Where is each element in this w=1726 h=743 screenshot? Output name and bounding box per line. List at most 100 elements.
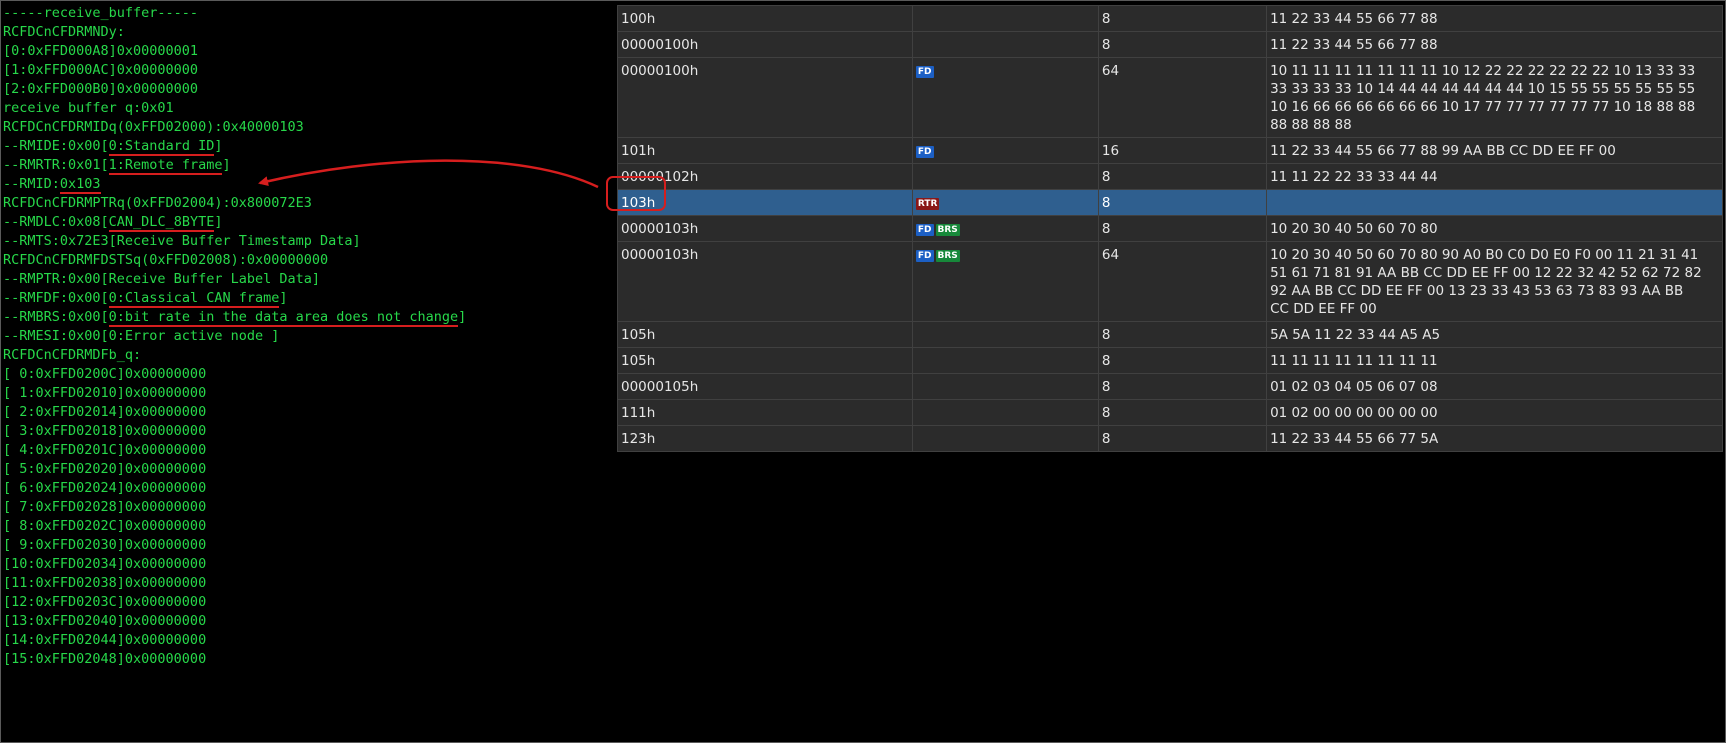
terminal-text: [11:0xFFD02038]0x00000000 (3, 575, 207, 591)
terminal-text: --RMTS:0x72E3[Receive Buffer Timestamp D… (3, 233, 361, 249)
terminal-text: [2:0xFFD000B0]0x00000000 (3, 81, 199, 97)
terminal-text: [0:0xFFD000A8]0x00000001 (3, 43, 199, 59)
cell-id: 101h (617, 137, 913, 164)
underlined-value: 0:Classical CAN frame (108, 290, 280, 308)
terminal-text: ] (279, 290, 288, 306)
terminal-text: [ 2:0xFFD02014]0x00000000 (3, 404, 207, 420)
underlined-value: CAN_DLC_8BYTE (108, 214, 215, 232)
cell-data: 5A 5A 11 22 33 44 A5 A5 (1266, 321, 1723, 348)
terminal-text: [10:0xFFD02034]0x00000000 (3, 556, 207, 572)
table-row[interactable]: 00000105h 8 01 02 03 04 05 06 07 08 (617, 373, 1723, 400)
cell-dlc: 8 (1097, 31, 1268, 58)
underlined-value: 0:Standard ID (108, 138, 215, 156)
terminal-text: ] (222, 157, 231, 173)
cell-dlc: 8 (1097, 347, 1268, 374)
cell-dlc: 8 (1097, 321, 1268, 348)
cell-dlc: 8 (1097, 215, 1268, 242)
cell-data (1266, 189, 1723, 216)
cell-flags (911, 425, 1099, 452)
cell-data: 10 11 11 11 11 11 11 11 10 12 22 22 22 2… (1266, 57, 1723, 138)
cell-dlc: 8 (1097, 373, 1268, 400)
terminal-line: --RMID:0x103 (3, 175, 603, 194)
cell-id: 00000100h (617, 57, 913, 138)
terminal-text: RCFDCnCFDRMFDSTSq(0xFFD02008):0x00000000 (3, 252, 329, 268)
terminal-text: [1:0xFFD000AC]0x00000000 (3, 62, 199, 78)
terminal-text: [ 7:0xFFD02028]0x00000000 (3, 499, 207, 515)
terminal-text: receive buffer q:0x01 (3, 100, 174, 116)
table-row[interactable]: 103h RTR 8 (617, 189, 1723, 216)
table-row[interactable]: 00000103h FD BRS 64 10 20 30 40 50 60 70 80 … (617, 241, 1723, 322)
cell-data: 11 22 33 44 55 66 77 5A (1266, 425, 1723, 452)
terminal-line: [1:0xFFD000AC]0x00000000 (3, 61, 603, 80)
terminal-text: ] (458, 309, 467, 325)
cell-id: 111h (617, 399, 913, 426)
cell-flags (911, 373, 1099, 400)
can-message-table: 100h 8 11 22 33 44 55 66 77 88 00000100h 8 11… (617, 5, 1723, 452)
cell-id: 00000100h (617, 31, 913, 58)
terminal-line: [14:0xFFD02044]0x00000000 (3, 631, 603, 650)
cell-data: 01 02 03 04 05 06 07 08 (1266, 373, 1723, 400)
terminal-line: [ 9:0xFFD02030]0x00000000 (3, 536, 603, 555)
terminal-line: [ 1:0xFFD02010]0x00000000 (3, 384, 603, 403)
table-row[interactable]: 105h 8 5A 5A 11 22 33 44 A5 A5 (617, 321, 1723, 348)
table-row[interactable]: 123h 8 11 22 33 44 55 66 77 5A (617, 425, 1723, 452)
terminal-text: --RMFDF:0x00[ (3, 290, 109, 306)
cell-data: 11 22 33 44 55 66 77 88 (1266, 5, 1723, 32)
terminal-line: --RMBRS:0x00[0:bit rate in the data area… (3, 308, 603, 327)
terminal-line: [ 8:0xFFD0202C]0x00000000 (3, 517, 603, 536)
highlight-box-103h (606, 176, 666, 211)
terminal-line: [ 2:0xFFD02014]0x00000000 (3, 403, 603, 422)
terminal-line: [0:0xFFD000A8]0x00000001 (3, 42, 603, 61)
terminal-line: --RMESI:0x00[0:Error active node ] (3, 327, 603, 346)
terminal-line: [ 0:0xFFD0200C]0x00000000 (3, 365, 603, 384)
cell-flags: RTR (911, 189, 1099, 216)
terminal-line: [ 6:0xFFD02024]0x00000000 (3, 479, 603, 498)
table-row[interactable]: 00000103h FD BRS 8 10 20 30 40 50 60 70 80 (617, 215, 1723, 242)
terminal-line: --RMPTR:0x00[Receive Buffer Label Data] (3, 270, 603, 289)
cell-data: 11 11 11 11 11 11 11 11 (1266, 347, 1723, 374)
fd-badge: FD (915, 224, 934, 236)
table-row[interactable]: 00000100h FD 64 10 11 11 11 11 11 11 11 10 … (617, 57, 1723, 138)
underlined-value: 1:Remote frame (108, 157, 223, 175)
cell-id: 00000103h (617, 215, 913, 242)
terminal-line: [ 5:0xFFD02020]0x00000000 (3, 460, 603, 479)
terminal-line: [12:0xFFD0203C]0x00000000 (3, 593, 603, 612)
cell-flags (911, 5, 1099, 32)
terminal-line: RCFDCnCFDRMPTRq(0xFFD02004):0x800072E3 (3, 194, 603, 213)
cell-data: 01 02 00 00 00 00 00 00 (1266, 399, 1723, 426)
table-row[interactable]: 101h FD 16 11 22 33 44 55 66 77 88 99 AA BB… (617, 137, 1723, 164)
terminal-text: [12:0xFFD0203C]0x00000000 (3, 594, 207, 610)
rtr-badge: RTR (915, 198, 940, 210)
terminal-text: [ 1:0xFFD02010]0x00000000 (3, 385, 207, 401)
terminal-text: [ 9:0xFFD02030]0x00000000 (3, 537, 207, 553)
table-row[interactable]: 00000100h 8 11 22 33 44 55 66 77 88 (617, 31, 1723, 58)
cell-id: 105h (617, 347, 913, 374)
cell-data: 10 20 30 40 50 60 70 80 90 A0 B0 C0 D0 E… (1266, 241, 1723, 322)
terminal-text: --RMID: (3, 176, 60, 192)
terminal-text: --RMBRS:0x00[ (3, 309, 109, 325)
terminal-text: [14:0xFFD02044]0x00000000 (3, 632, 207, 648)
terminal-text: RCFDCnCFDRMPTRq(0xFFD02004):0x800072E3 (3, 195, 312, 211)
terminal-text: -----receive_buffer----- (3, 5, 199, 21)
table-row[interactable]: 111h 8 01 02 00 00 00 00 00 00 (617, 399, 1723, 426)
cell-data: 11 22 33 44 55 66 77 88 (1266, 31, 1723, 58)
terminal-text: RCFDCnCFDRMDFb_q: (3, 347, 142, 363)
terminal-line: [15:0xFFD02048]0x00000000 (3, 650, 603, 669)
table-row[interactable]: 100h 8 11 22 33 44 55 66 77 88 (617, 5, 1723, 32)
terminal-line: --RMIDE:0x00[0:Standard ID] (3, 137, 603, 156)
cell-dlc: 8 (1097, 163, 1268, 190)
cell-dlc: 8 (1097, 425, 1268, 452)
table-row[interactable]: 105h 8 11 11 11 11 11 11 11 11 (617, 347, 1723, 374)
terminal-line: [ 3:0xFFD02018]0x00000000 (3, 422, 603, 441)
terminal-line: --RMRTR:0x01[1:Remote frame] (3, 156, 603, 175)
cell-dlc: 8 (1097, 189, 1268, 216)
table-row[interactable]: 00000102h 8 11 11 22 22 33 33 44 44 (617, 163, 1723, 190)
terminal-text: [ 3:0xFFD02018]0x00000000 (3, 423, 207, 439)
cell-data: 10 20 30 40 50 60 70 80 (1266, 215, 1723, 242)
terminal-text: RCFDCnCFDRMIDq(0xFFD02000):0x40000103 (3, 119, 304, 135)
fd-badge: FD (915, 250, 934, 262)
terminal-text: [ 6:0xFFD02024]0x00000000 (3, 480, 207, 496)
terminal-text: [15:0xFFD02048]0x00000000 (3, 651, 207, 667)
cell-flags: FD (911, 57, 1099, 138)
cell-id: 00000105h (617, 373, 913, 400)
